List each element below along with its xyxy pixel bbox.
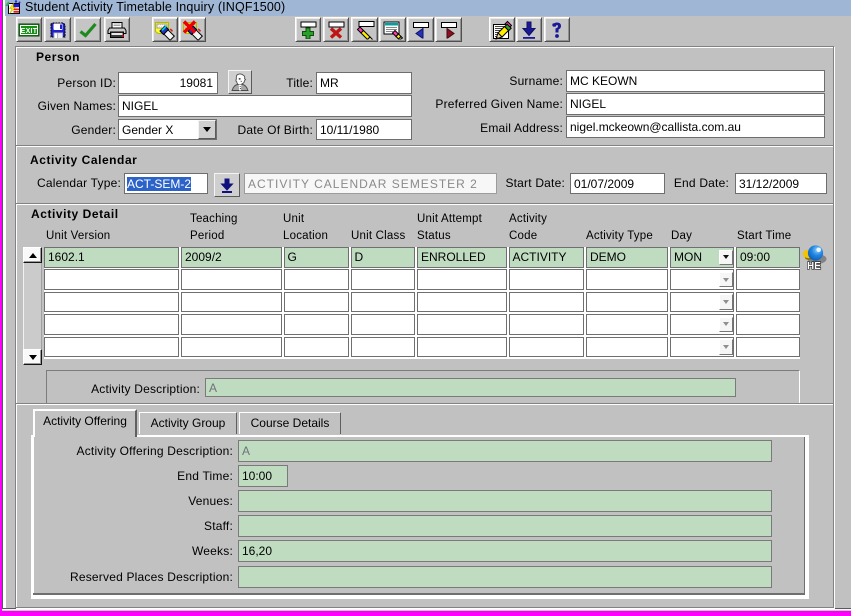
svg-text:HE: HE	[807, 261, 821, 272]
svg-text:EXIT: EXIT	[21, 28, 38, 35]
